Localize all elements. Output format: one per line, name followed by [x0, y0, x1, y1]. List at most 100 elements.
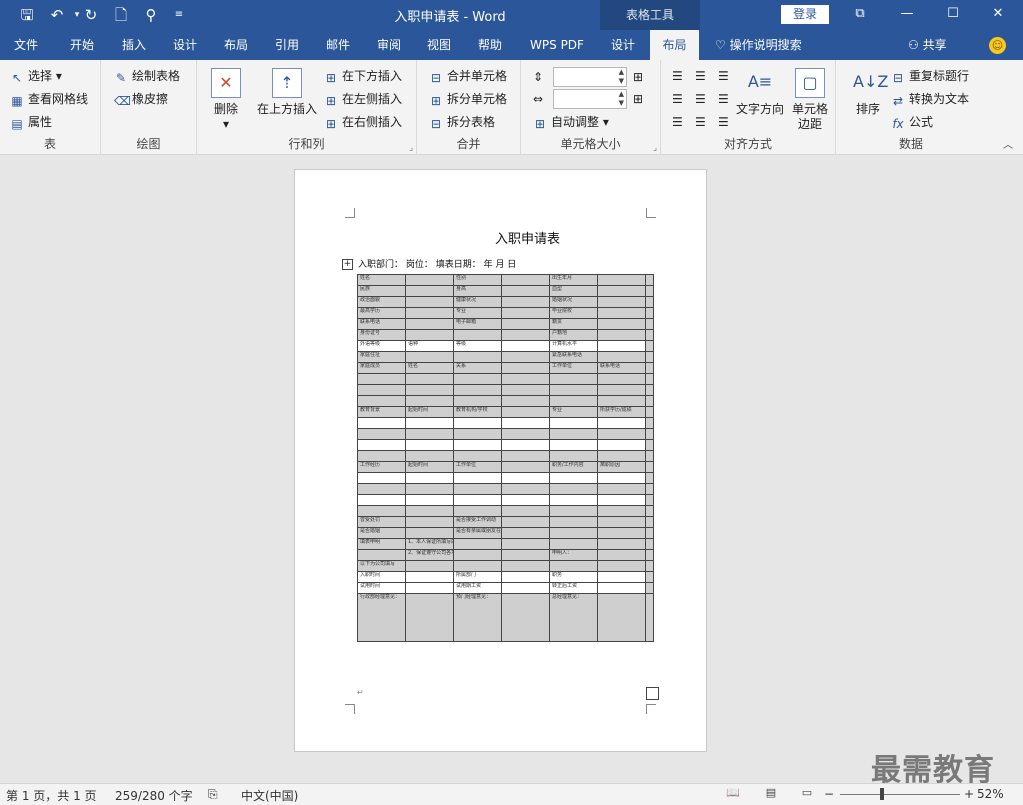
table-cell[interactable]: 家庭成员	[357, 362, 406, 374]
table-cell[interactable]	[645, 307, 654, 319]
table-cell[interactable]: 身份证号	[357, 329, 406, 341]
table-cell[interactable]: 教育背景	[357, 406, 406, 418]
table-cell[interactable]	[645, 439, 654, 451]
table-cell[interactable]	[549, 494, 598, 506]
table-cell[interactable]	[501, 274, 550, 286]
read-mode-icon[interactable]: 📖	[724, 786, 742, 802]
table-cell[interactable]	[597, 351, 646, 363]
table-cell[interactable]	[645, 472, 654, 484]
share-button[interactable]: ⚇ 共享	[908, 30, 947, 60]
table-cell[interactable]	[597, 472, 646, 484]
table-cell[interactable]	[549, 560, 598, 572]
table-cell[interactable]	[501, 571, 550, 583]
insert-below-button[interactable]: ⊞ 在下方插入	[324, 68, 402, 85]
table-cell[interactable]	[549, 472, 598, 484]
table-cell[interactable]	[549, 384, 598, 396]
table-cell[interactable]	[501, 461, 550, 473]
tab-view[interactable]: 视图	[414, 30, 464, 60]
table-cell[interactable]: 是否有亲属或朋友在公司（姓名）	[453, 527, 502, 539]
table-cell[interactable]: 政治面貌	[357, 296, 406, 308]
table-cell[interactable]: 关系	[453, 362, 502, 374]
table-cell[interactable]	[597, 571, 646, 583]
word-count[interactable]: 259/280 个字	[115, 787, 193, 804]
print-layout-icon[interactable]: ▤	[762, 786, 780, 802]
distribute-columns-icon[interactable]: ⊞	[633, 91, 643, 107]
table-cell[interactable]	[453, 505, 502, 517]
table-cell[interactable]	[597, 516, 646, 528]
table-cell[interactable]: 语种	[405, 340, 454, 352]
distribute-rows-icon[interactable]: ⊞	[633, 69, 643, 85]
table-cell[interactable]	[453, 549, 502, 561]
table-cell[interactable]: 是否婚姻	[357, 527, 406, 539]
align-bottom-right-icon[interactable]: ☰	[718, 114, 729, 130]
tab-table-design[interactable]: 设计	[600, 30, 646, 60]
table-cell[interactable]	[645, 461, 654, 473]
tab-mailings[interactable]: 邮件	[313, 30, 363, 60]
table-cell[interactable]	[645, 428, 654, 440]
minimize-icon[interactable]: —	[892, 4, 922, 24]
smiley-icon[interactable]: ☺	[989, 37, 1006, 54]
table-cell[interactable]	[645, 274, 654, 286]
table-cell[interactable]	[405, 373, 454, 385]
table-cell[interactable]: 转正后工资	[549, 582, 598, 594]
table-cell[interactable]: 填表申明	[357, 538, 406, 550]
table-cell[interactable]	[501, 351, 550, 363]
table-cell[interactable]	[405, 395, 454, 407]
table-cell[interactable]	[453, 417, 502, 429]
draw-table-button[interactable]: ✎ 绘制表格	[114, 68, 180, 85]
tab-home[interactable]: 开始	[56, 30, 108, 60]
table-cell[interactable]	[645, 329, 654, 341]
table-cell[interactable]: 职务	[549, 571, 598, 583]
table-cell[interactable]	[597, 318, 646, 330]
table-cell[interactable]	[645, 384, 654, 396]
table-cell[interactable]: 籍贯	[549, 318, 598, 330]
cell-margins-button[interactable]: ▢ 单元格边距	[788, 68, 832, 132]
table-cell[interactable]: 姓名	[357, 274, 406, 286]
table-cell[interactable]	[453, 450, 502, 462]
table-cell[interactable]	[645, 538, 654, 550]
zoom-out-icon[interactable]: −	[824, 787, 834, 801]
table-cell[interactable]	[597, 527, 646, 539]
table-cell[interactable]: 紧急联系电话	[549, 351, 598, 363]
table-cell[interactable]	[645, 318, 654, 330]
table-cell[interactable]	[405, 351, 454, 363]
delete-button[interactable]: ✕ 删除 ▾	[208, 68, 244, 132]
table-cell[interactable]: 试用期工资	[453, 582, 502, 594]
table-cell[interactable]	[501, 450, 550, 462]
table-cell[interactable]	[357, 549, 406, 561]
table-cell[interactable]	[357, 428, 406, 440]
table-cell[interactable]: 家庭住址	[357, 351, 406, 363]
table-cell[interactable]	[501, 483, 550, 495]
table-cell[interactable]: 职务/工作内容	[549, 461, 598, 473]
table-cell[interactable]	[597, 285, 646, 297]
table-cell[interactable]	[549, 417, 598, 429]
table-cell[interactable]	[597, 428, 646, 440]
align-middle-center-icon[interactable]: ☰	[695, 91, 706, 107]
redo-icon[interactable]: ↻	[80, 5, 102, 25]
table-cell[interactable]	[597, 450, 646, 462]
table-cell[interactable]: 以下为公司填写	[357, 560, 406, 572]
table-cell[interactable]	[501, 428, 550, 440]
table-cell[interactable]: 入职时间	[357, 571, 406, 583]
table-cell[interactable]	[645, 340, 654, 352]
table-cell[interactable]: 教育机构/学校	[453, 406, 502, 418]
table-cell[interactable]	[357, 505, 406, 517]
align-top-center-icon[interactable]: ☰	[695, 68, 706, 84]
column-width-input[interactable]: ▲ ▼	[553, 89, 627, 109]
table-cell[interactable]: 民族	[357, 285, 406, 297]
table-cell[interactable]	[405, 560, 454, 572]
tab-file[interactable]: 文件	[0, 30, 52, 60]
table-cell[interactable]: 预门经理意见：	[453, 593, 502, 642]
customize-qat-icon[interactable]: ≡	[168, 5, 190, 25]
table-cell[interactable]	[453, 395, 502, 407]
table-cell[interactable]: 出生年月	[549, 274, 598, 286]
table-cell[interactable]: 起始时间	[405, 461, 454, 473]
table-cell[interactable]	[549, 439, 598, 451]
table-cell[interactable]	[597, 384, 646, 396]
table-cell[interactable]	[597, 582, 646, 594]
table-cell[interactable]: 户籍地	[549, 329, 598, 341]
tab-wps-pdf[interactable]: WPS PDF	[522, 30, 592, 60]
table-cell[interactable]	[405, 571, 454, 583]
table-cell[interactable]	[357, 439, 406, 451]
table-cell[interactable]	[501, 527, 550, 539]
